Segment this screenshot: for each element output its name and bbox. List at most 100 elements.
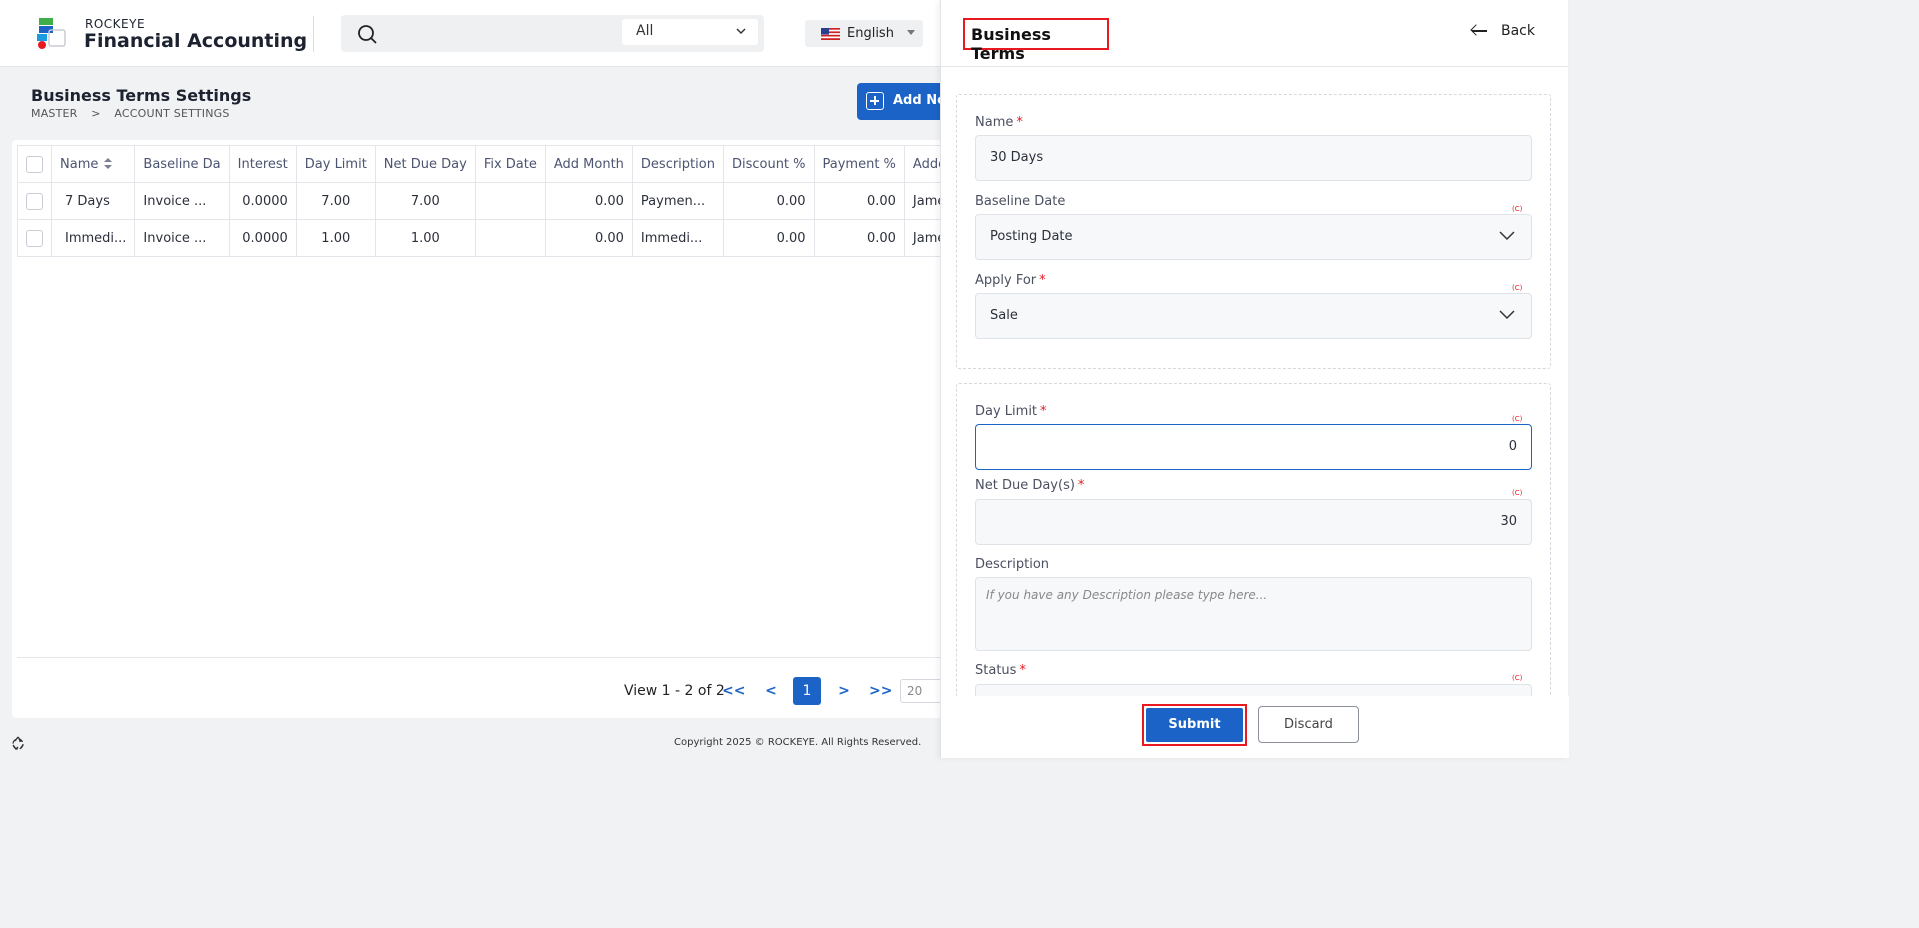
table-row[interactable]: Immedi... Invoice ... 0.0000 1.00 1.00 0… [17, 219, 952, 257]
search-icon[interactable] [357, 24, 377, 44]
column-header-net-due-days[interactable]: Net Due Day [374, 145, 476, 183]
name-input[interactable]: 30 Days [975, 135, 1532, 181]
apply-for-select[interactable]: Sale [975, 293, 1532, 339]
last-page-button[interactable]: >> [869, 680, 892, 702]
arrow-left-icon [1471, 25, 1487, 37]
discard-button[interactable]: Discard [1258, 706, 1359, 743]
column-header-fix-date[interactable]: Fix Date [474, 145, 546, 183]
chevron-down-icon [1499, 310, 1515, 320]
global-search: All [341, 15, 764, 52]
header-divider [313, 16, 314, 52]
cell-baseline: Invoice ... [134, 182, 230, 220]
cell-discount: 0.00 [722, 182, 815, 220]
submit-button[interactable]: Submit [1146, 708, 1243, 742]
net-due-days-input[interactable]: 30 [975, 499, 1532, 545]
panel-title: Business Terms [963, 18, 1109, 63]
chevron-down-icon [1499, 231, 1515, 241]
term-name-link[interactable]: 7 Days [50, 182, 136, 220]
select-all-checkbox[interactable] [26, 155, 43, 173]
search-scope-select[interactable]: All [622, 19, 758, 45]
caret-down-icon [907, 30, 915, 35]
copyright-footer: Copyright 2025 © ROCKEYE. All Rights Res… [674, 737, 922, 748]
previous-page-button[interactable]: < [760, 680, 782, 702]
language-select[interactable]: English [805, 20, 923, 47]
select-all-cell [17, 145, 52, 183]
breadcrumb: MASTER > ACCOUNT SETTINGS [31, 107, 240, 120]
required-mark: * [1039, 273, 1046, 288]
back-button[interactable]: Back [1471, 23, 1535, 39]
c-mark: (C) [1512, 415, 1523, 423]
search-input[interactable] [387, 21, 647, 46]
column-header-day-limit[interactable]: Day Limit [295, 145, 376, 183]
page-title: Business Terms Settings [31, 86, 252, 105]
us-flag-icon [821, 28, 840, 40]
first-page-button[interactable]: << [722, 680, 745, 702]
c-mark: (C) [1512, 489, 1523, 497]
chevron-down-icon [736, 28, 746, 35]
status-label: Status * [975, 663, 1026, 678]
apply-for-value: Sale [990, 308, 1018, 323]
column-header-interest[interactable]: Interest [228, 145, 297, 183]
description-textarea[interactable]: If you have any Description please type … [975, 577, 1532, 651]
cell-interest: 0.0000 [228, 182, 297, 220]
column-header-add-month[interactable]: Add Month [544, 145, 633, 183]
baseline-date-label: Baseline Date [975, 194, 1066, 209]
description-label: Description [975, 557, 1050, 572]
required-mark: * [1040, 404, 1047, 419]
column-header-name[interactable]: Name [50, 145, 136, 183]
apply-for-label: Apply For * [975, 273, 1046, 288]
sort-icon[interactable] [104, 158, 113, 170]
cell-add-month: 0.00 [544, 182, 633, 220]
brand-name-product: Financial Accounting [84, 30, 308, 52]
breadcrumb-master[interactable]: MASTER [31, 107, 78, 120]
breadcrumb-separator: > [91, 107, 101, 120]
next-page-button[interactable]: > [833, 680, 855, 702]
cell-day-limit: 1.00 [295, 219, 376, 257]
cell-payment: 0.00 [813, 182, 905, 220]
day-limit-label: Day Limit * [975, 404, 1047, 419]
baseline-date-select[interactable]: Posting Date [975, 214, 1532, 260]
submit-button-highlight: Submit [1142, 704, 1247, 746]
status-select[interactable] [975, 684, 1532, 696]
cell-baseline: Invoice ... [134, 219, 230, 257]
back-label: Back [1501, 23, 1535, 39]
net-due-days-label: Net Due Day(s) * [975, 478, 1085, 493]
required-mark: * [1077, 478, 1085, 493]
required-mark: * [1019, 663, 1026, 678]
row-select-cell [17, 219, 52, 257]
cell-discount: 0.00 [722, 219, 815, 257]
c-mark: (C) [1512, 205, 1523, 213]
search-scope-value: All [636, 23, 654, 39]
column-header-discount[interactable]: Discount % [722, 145, 815, 183]
column-header-description[interactable]: Description [631, 145, 724, 183]
cell-add-month: 0.00 [544, 219, 633, 257]
row-checkbox[interactable] [26, 192, 43, 210]
row-checkbox[interactable] [26, 229, 43, 247]
panel-form: Name * 30 Days Baseline Date (C) Posting … [941, 68, 1569, 696]
required-mark: * [1016, 115, 1023, 130]
business-terms-table: Name Baseline Da Interest Day Limit Net … [17, 145, 952, 257]
panel-footer: Submit Discard [941, 696, 1569, 758]
term-name-link[interactable]: Immedi... [50, 219, 136, 257]
table-row[interactable]: 7 Days Invoice ... 0.0000 7.00 7.00 0.00… [17, 182, 952, 220]
c-mark: (C) [1512, 284, 1523, 292]
cell-description: Immedi... [631, 219, 724, 257]
day-limit-input[interactable]: 0 [975, 424, 1532, 470]
breadcrumb-account-settings[interactable]: ACCOUNT SETTINGS [114, 107, 229, 120]
name-label: Name * [975, 115, 1023, 130]
current-page-button[interactable]: 1 [793, 677, 821, 705]
panel-header: Business Terms Back [941, 0, 1569, 67]
rockeye-logo-icon [37, 18, 66, 49]
column-header-baseline-date[interactable]: Baseline Da [134, 145, 230, 183]
column-header-payment[interactable]: Payment % [813, 145, 905, 183]
recycle-icon[interactable] [10, 735, 26, 751]
pager-divider [17, 657, 947, 658]
cell-interest: 0.0000 [228, 219, 297, 257]
table-card: Name Baseline Da Interest Day Limit Net … [12, 140, 952, 718]
c-mark: (C) [1512, 674, 1523, 682]
cell-payment: 0.00 [813, 219, 905, 257]
baseline-date-value: Posting Date [990, 229, 1073, 244]
row-select-cell [17, 182, 52, 220]
cell-fix-date [474, 219, 546, 257]
language-value: English [847, 26, 894, 41]
